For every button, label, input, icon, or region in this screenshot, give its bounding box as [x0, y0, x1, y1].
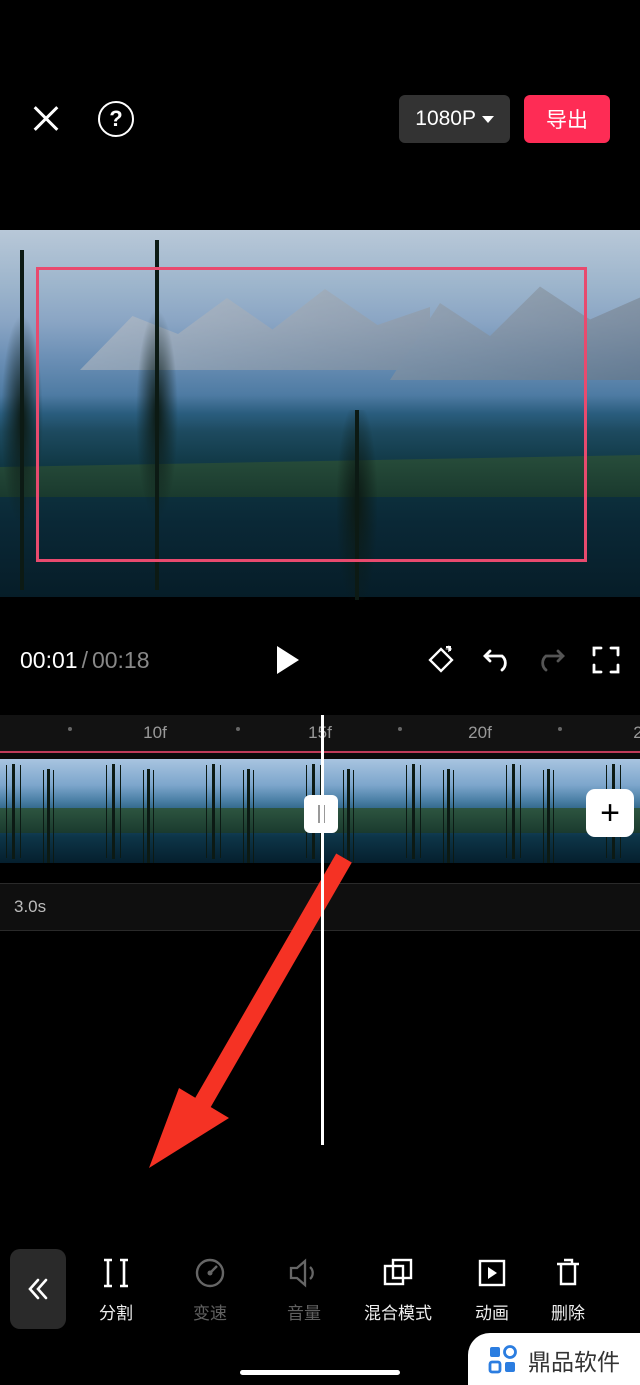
tool-volume[interactable]: 音量 [260, 1255, 348, 1324]
keyframe-icon[interactable]: + [426, 645, 456, 675]
help-icon[interactable]: ? [98, 101, 134, 137]
close-icon[interactable] [30, 103, 62, 135]
back-button[interactable] [10, 1249, 66, 1329]
timeline[interactable]: 10f 15f 20f 2 + 3.0s [0, 715, 640, 931]
header: ? 1080P 导出 [0, 0, 640, 230]
chevron-down-icon [482, 116, 494, 123]
playback-controls: 00:01/00:18 + [0, 605, 640, 715]
delete-icon [551, 1255, 585, 1291]
tool-animation[interactable]: 动画 [448, 1255, 536, 1324]
tool-delete[interactable]: 删除 [542, 1255, 594, 1324]
split-icon [100, 1255, 132, 1291]
redo-icon[interactable] [536, 645, 568, 675]
undo-icon[interactable] [480, 645, 512, 675]
video-preview[interactable] [0, 230, 640, 597]
svg-text:+: + [445, 645, 453, 656]
volume-icon [287, 1255, 321, 1291]
blend-icon [381, 1255, 415, 1291]
home-indicator[interactable] [240, 1370, 400, 1375]
resolution-label: 1080P [415, 107, 476, 131]
export-button[interactable]: 导出 [524, 95, 610, 143]
clip-handle[interactable] [304, 795, 338, 833]
tool-speed[interactable]: 变速 [166, 1255, 254, 1324]
sub-track[interactable]: 3.0s [0, 883, 640, 931]
watermark-icon [486, 1343, 520, 1377]
tool-split[interactable]: 分割 [72, 1255, 160, 1324]
add-clip-button[interactable]: + [586, 789, 634, 837]
animation-icon [475, 1255, 509, 1291]
tool-blend[interactable]: 混合模式 [354, 1255, 442, 1324]
resolution-button[interactable]: 1080P [399, 95, 510, 143]
fullscreen-icon[interactable] [592, 646, 620, 674]
play-icon[interactable] [277, 646, 299, 674]
timeline-ruler[interactable]: 10f 15f 20f 2 [0, 715, 640, 751]
speed-icon [193, 1255, 227, 1291]
bottom-toolbar: 分割 变速 音量 混合模式 动画 删除 [0, 1235, 640, 1343]
timecode: 00:01/00:18 [20, 647, 150, 674]
watermark: 鼎品软件 [468, 1333, 640, 1385]
clip-track[interactable]: + [0, 759, 640, 863]
